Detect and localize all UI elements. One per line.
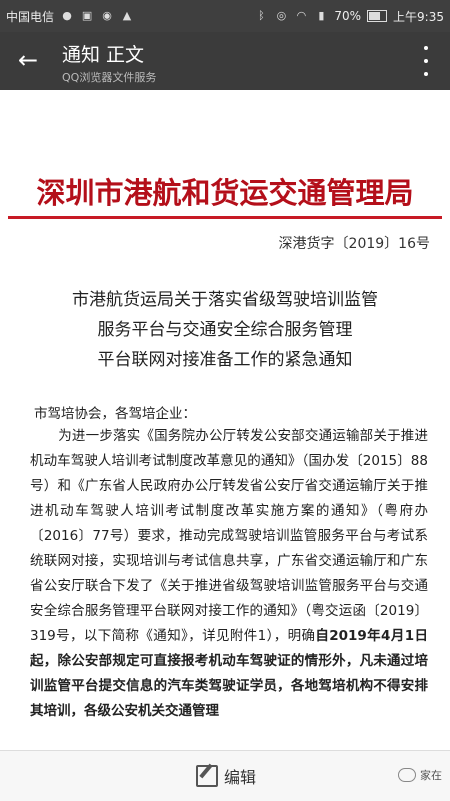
document-number: 深港货字〔2019〕16号: [278, 236, 430, 252]
document-headline: 市港航货运局关于落实省级驾驶培训监管 服务平台与交通安全综合服务管理 平台联网对…: [20, 285, 430, 375]
headline-line: 服务平台与交通安全综合服务管理: [97, 320, 353, 340]
document-body: 为进一步落实《国务院办公厅转发公安部交通运输部关于推进机动车驾驶人培训考试制度改…: [30, 424, 428, 724]
bluetooth-icon: ᛒ: [258, 9, 265, 22]
qq-icon: ◉: [102, 9, 112, 22]
status-left: 中国电信 ● ▣ ◉ ▲: [6, 0, 134, 32]
watermark: 家在: [398, 767, 442, 783]
status-bar: 中国电信 ● ▣ ◉ ▲ ᛒ ◎ ◠ ▮ 70% 上午9:35: [0, 0, 450, 32]
wifi-icon: ◠: [296, 9, 307, 22]
page-title: 通知 正文: [62, 44, 145, 66]
headline-line: 市港航货运局关于落实省级驾驶培训监管: [72, 290, 378, 310]
organization-header: 深圳市港航和货运交通管理局: [36, 176, 414, 210]
image-icon: ▣: [81, 9, 93, 22]
carrier-label: 中国电信: [6, 9, 55, 24]
salutation: 市驾培协会，各驾培企业：: [34, 406, 196, 422]
watermark-text: 家在: [420, 769, 442, 782]
status-right: ᛒ ◎ ◠ ▮ 70% 上午9:35: [254, 0, 444, 32]
battery-fill: [369, 12, 381, 20]
bottom-toolbar: 编辑 家在: [0, 750, 450, 801]
back-arrow-icon[interactable]: ←: [14, 46, 42, 74]
wechat-icon: ●: [62, 9, 72, 22]
more-dot: [424, 72, 428, 76]
battery-icon: [367, 10, 388, 22]
signal-icon: ▲: [122, 9, 132, 22]
headline-line: 平台联网对接准备工作的紧急通知: [97, 350, 353, 370]
battery-percent: 70%: [334, 9, 362, 23]
app-bar: ← 通知 正文 QQ浏览器文件服务: [0, 32, 450, 90]
page-subtitle: QQ浏览器文件服务: [62, 71, 157, 84]
document-viewer[interactable]: 深圳市港航和货运交通管理局 深港货字〔2019〕16号 市港航货运局关于落实省级…: [0, 90, 450, 750]
edit-label: 编辑: [224, 768, 257, 787]
more-menu-icon[interactable]: [414, 46, 438, 76]
eye-icon: ◎: [276, 9, 287, 22]
more-dot: [424, 46, 428, 50]
wechat-logo-icon: [398, 768, 416, 782]
clock: 上午9:35: [393, 9, 444, 24]
4g-signal-icon: ▮: [318, 9, 325, 22]
red-divider: [8, 216, 442, 219]
more-dot: [424, 59, 428, 63]
edit-button[interactable]: 编辑: [196, 763, 256, 789]
edit-icon: [196, 765, 218, 787]
body-text: 为进一步落实《国务院办公厅转发公安部交通运输部关于推进机动车驾驶人培训考试制度改…: [30, 428, 428, 644]
